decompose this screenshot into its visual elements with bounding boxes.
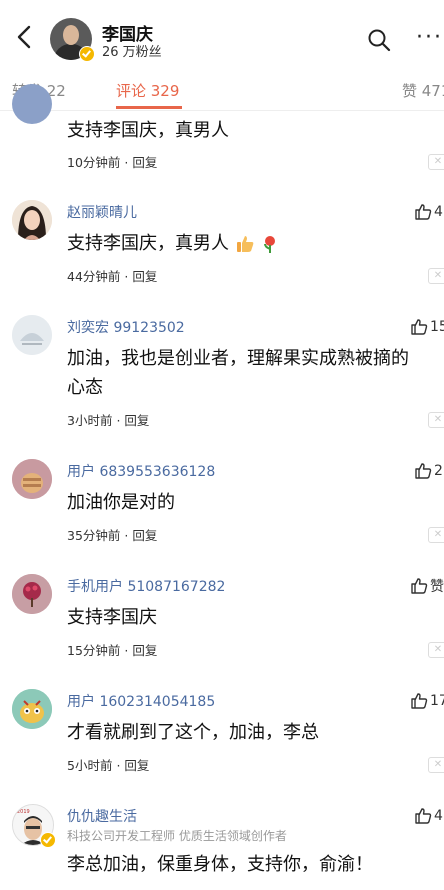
- meta-separator: ·: [124, 528, 129, 543]
- comment-text: 加油，我也是创业者，理解果实成熟被摘的 心态: [67, 344, 444, 402]
- user-avatar[interactable]: [12, 84, 52, 124]
- thumbs-up-icon: [415, 462, 432, 479]
- dismiss-icon[interactable]: ✕: [428, 412, 444, 428]
- comment-time: 5小时前: [67, 758, 113, 773]
- like-button[interactable]: 2: [414, 460, 444, 480]
- like-count: 15: [430, 318, 444, 335]
- like-button[interactable]: 赞: [410, 575, 444, 595]
- meta-separator: ·: [124, 269, 129, 284]
- comment-text: 才看就刷到了这个，加油，李总: [67, 722, 319, 743]
- user-avatar[interactable]: [12, 459, 52, 499]
- comment-text-row: 支持李国庆，真男人: [67, 229, 444, 258]
- like-count: 4: [434, 807, 443, 824]
- username[interactable]: 用户 1602314054185: [67, 691, 215, 711]
- meta-separator: ·: [124, 643, 129, 658]
- dismiss-icon[interactable]: ✕: [428, 268, 444, 284]
- comment-meta: 35分钟前 · 回复: [67, 525, 157, 544]
- comment-text-line: 心态: [67, 377, 103, 398]
- like-button[interactable]: 4: [414, 805, 444, 825]
- tab-bar: 转发 22 评论 329 赞 471: [0, 72, 444, 111]
- thumbs-up-icon: [411, 318, 428, 335]
- meta-separator: ·: [116, 413, 121, 428]
- comment-meta: 5小时前 · 回复: [67, 755, 149, 774]
- comment-time: 15分钟前: [67, 643, 121, 658]
- reply-button[interactable]: 回复: [132, 269, 157, 284]
- dismiss-icon[interactable]: ✕: [428, 527, 444, 543]
- active-tab-indicator: [116, 106, 182, 109]
- like-count: 4: [434, 203, 443, 220]
- username[interactable]: 仇仇趣生活: [67, 806, 137, 826]
- verified-badge-icon: [79, 46, 95, 62]
- search-icon[interactable]: [367, 28, 391, 52]
- username[interactable]: 刘奕宏 99123502: [67, 317, 185, 337]
- comment-text: 李总加油，保重身体，支持你，俞渝！: [67, 854, 373, 875]
- reply-button[interactable]: 回复: [124, 758, 149, 773]
- like-button[interactable]: 4: [414, 201, 444, 221]
- dismiss-icon[interactable]: ✕: [428, 642, 444, 658]
- like-count: 赞: [430, 578, 444, 595]
- thumbs-up-icon: [411, 577, 428, 594]
- comment-text: 支持李国庆，真男人: [67, 233, 229, 254]
- like-count: 17: [430, 692, 444, 709]
- comment-text: 支持李国庆，真男人: [67, 120, 229, 141]
- verified-badge-icon: [40, 832, 56, 848]
- comment-time: 10分钟前: [67, 155, 121, 170]
- user-description: 科技公司开发工程师 优质生活领域创作者: [67, 829, 287, 843]
- comment-text: 加油你是对的: [67, 492, 175, 513]
- reply-button[interactable]: 回复: [132, 528, 157, 543]
- comment-time: 35分钟前: [67, 528, 121, 543]
- user-avatar[interactable]: [12, 315, 52, 355]
- reply-button[interactable]: 回复: [132, 643, 157, 658]
- username[interactable]: 用户 6839553636128: [67, 461, 215, 481]
- tab-likes[interactable]: 赞 471: [402, 80, 444, 101]
- header-bar: 李国庆 26 万粉丝 ···: [0, 0, 444, 72]
- user-avatar[interactable]: [12, 200, 52, 240]
- comment-time: 44分钟前: [67, 269, 121, 284]
- like-button[interactable]: 15: [410, 316, 444, 336]
- back-arrow-icon[interactable]: [12, 22, 38, 52]
- follower-count: 26 万粉丝: [102, 45, 162, 60]
- user-avatar[interactable]: [12, 689, 52, 729]
- thumbs-up-icon: [415, 203, 432, 220]
- thumbs-up-icon: [415, 807, 432, 824]
- comment-meta: 15分钟前 · 回复: [67, 640, 157, 659]
- comment-meta: 10分钟前 · 回复: [67, 152, 157, 171]
- thumbs-up-emoji-icon: [235, 234, 255, 254]
- username[interactable]: 手机用户 51087167282: [67, 576, 225, 596]
- comment-time: 3小时前: [67, 413, 113, 428]
- reply-button[interactable]: 回复: [124, 413, 149, 428]
- username[interactable]: 赵丽颖晴儿: [67, 202, 137, 222]
- like-count: 2: [434, 462, 443, 479]
- comment-text-line: 加油，我也是创业者，理解果实成熟被摘的: [67, 348, 409, 369]
- dismiss-icon[interactable]: ✕: [428, 757, 444, 773]
- tab-comments[interactable]: 评论 329: [116, 80, 179, 101]
- like-button[interactable]: 17: [410, 690, 444, 710]
- meta-separator: ·: [124, 155, 129, 170]
- user-avatar[interactable]: [12, 574, 52, 614]
- thumbs-up-icon: [411, 692, 428, 709]
- comment-text: 支持李国庆: [67, 607, 157, 628]
- meta-separator: ·: [116, 758, 121, 773]
- svg-text:2019: 2019: [17, 809, 30, 815]
- dismiss-icon[interactable]: ✕: [428, 154, 444, 170]
- reply-button[interactable]: 回复: [132, 155, 157, 170]
- comment-meta: 44分钟前 · 回复: [67, 266, 157, 285]
- rose-emoji-icon: [260, 234, 280, 254]
- comment-meta: 3小时前 · 回复: [67, 410, 149, 429]
